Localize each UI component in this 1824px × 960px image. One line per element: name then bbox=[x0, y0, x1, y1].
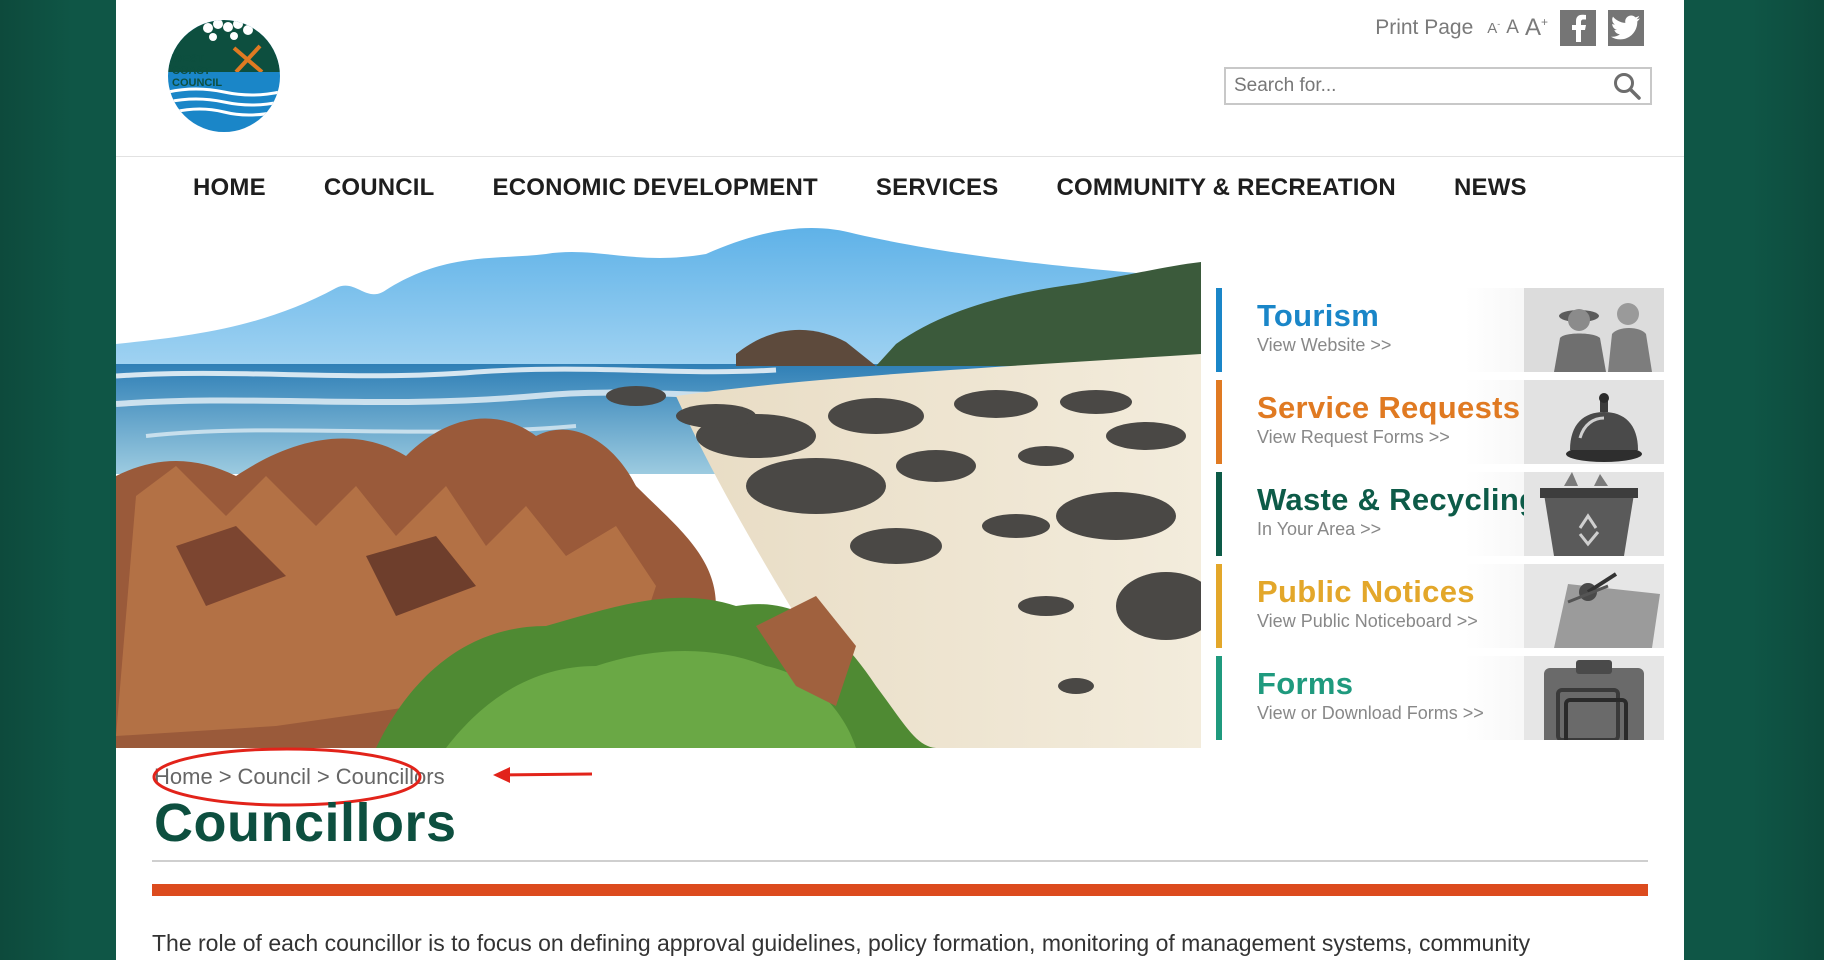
font-size-reset-button[interactable]: A bbox=[1506, 17, 1519, 39]
nav-item-council[interactable]: COUNCIL bbox=[324, 170, 435, 206]
tile-subtitle: View Website >> bbox=[1257, 335, 1392, 355]
hikers-icon bbox=[1524, 288, 1664, 372]
logo-text-3: COUNCIL bbox=[172, 77, 222, 89]
tile-title: Forms bbox=[1257, 666, 1354, 701]
breadcrumb: Home > Council > Councillors bbox=[154, 764, 445, 790]
tile-title: Service Requests bbox=[1257, 390, 1521, 425]
tile-tourism[interactable]: Tourism View Website >> bbox=[1216, 288, 1664, 372]
page-title: Councillors bbox=[154, 793, 457, 853]
tile-subtitle: View or Download Forms >> bbox=[1257, 703, 1484, 723]
nav-item-community-recreation[interactable]: COMMUNITY & RECREATION bbox=[1056, 170, 1396, 206]
main-nav: HOME COUNCIL ECONOMIC DEVELOPMENT SERVIC… bbox=[193, 170, 1585, 206]
breadcrumb-council[interactable]: Council bbox=[238, 764, 311, 789]
page-container: WEST COAST COUNCIL Print Page A- A A+ HO… bbox=[116, 0, 1684, 960]
nav-item-news[interactable]: NEWS bbox=[1454, 170, 1527, 206]
facebook-icon[interactable] bbox=[1560, 10, 1596, 46]
tile-title: Waste & Recycling bbox=[1257, 482, 1539, 517]
tile-forms[interactable]: Forms View or Download Forms >> bbox=[1216, 656, 1664, 740]
header-toolbar: Print Page A- A A+ bbox=[1375, 8, 1644, 48]
breadcrumb-current: Councillors bbox=[335, 764, 445, 789]
accent-bar bbox=[152, 884, 1648, 896]
service-bell-icon bbox=[1524, 380, 1664, 464]
breadcrumb-home[interactable]: Home bbox=[154, 764, 213, 789]
notice-pin-icon bbox=[1524, 564, 1664, 648]
tile-subtitle: In Your Area >> bbox=[1257, 519, 1382, 539]
tile-subtitle: View Request Forms >> bbox=[1257, 427, 1450, 447]
breadcrumb-separator: > bbox=[218, 764, 232, 789]
breadcrumb-separator: > bbox=[316, 764, 330, 789]
clipboard-icon bbox=[1524, 656, 1664, 740]
logo-text-1: WEST bbox=[172, 53, 204, 65]
council-logo[interactable]: WEST COAST COUNCIL bbox=[156, 10, 288, 140]
font-size-increase-button[interactable]: A+ bbox=[1525, 14, 1548, 42]
search-box bbox=[1224, 67, 1652, 105]
recycle-bin-icon bbox=[1524, 472, 1664, 556]
header-divider bbox=[116, 156, 1684, 157]
nav-item-economic-development[interactable]: ECONOMIC DEVELOPMENT bbox=[493, 170, 818, 206]
quick-links: Tourism View Website >> Service Requests… bbox=[1216, 288, 1664, 748]
tile-title: Public Notices bbox=[1257, 574, 1475, 609]
print-page-link[interactable]: Print Page bbox=[1375, 16, 1473, 40]
tile-public-notices[interactable]: Public Notices View Public Noticeboard >… bbox=[1216, 564, 1664, 648]
tile-waste-recycling[interactable]: Waste & Recycling In Your Area >> bbox=[1216, 472, 1664, 556]
font-size-decrease-button[interactable]: A- bbox=[1487, 19, 1500, 37]
logo-text-2: COAST bbox=[172, 65, 211, 77]
nav-item-home[interactable]: HOME bbox=[193, 170, 266, 206]
intro-paragraph: The role of each councillor is to focus … bbox=[152, 930, 1531, 956]
search-input[interactable] bbox=[1226, 69, 1604, 103]
nav-item-services[interactable]: SERVICES bbox=[876, 170, 999, 206]
search-icon[interactable] bbox=[1604, 69, 1650, 103]
hero-image bbox=[116, 226, 1201, 748]
tile-subtitle: View Public Noticeboard >> bbox=[1257, 611, 1478, 631]
twitter-icon[interactable] bbox=[1608, 10, 1644, 46]
tile-service-requests[interactable]: Service Requests View Request Forms >> bbox=[1216, 380, 1664, 464]
title-divider bbox=[152, 860, 1648, 862]
tile-title: Tourism bbox=[1257, 298, 1380, 333]
